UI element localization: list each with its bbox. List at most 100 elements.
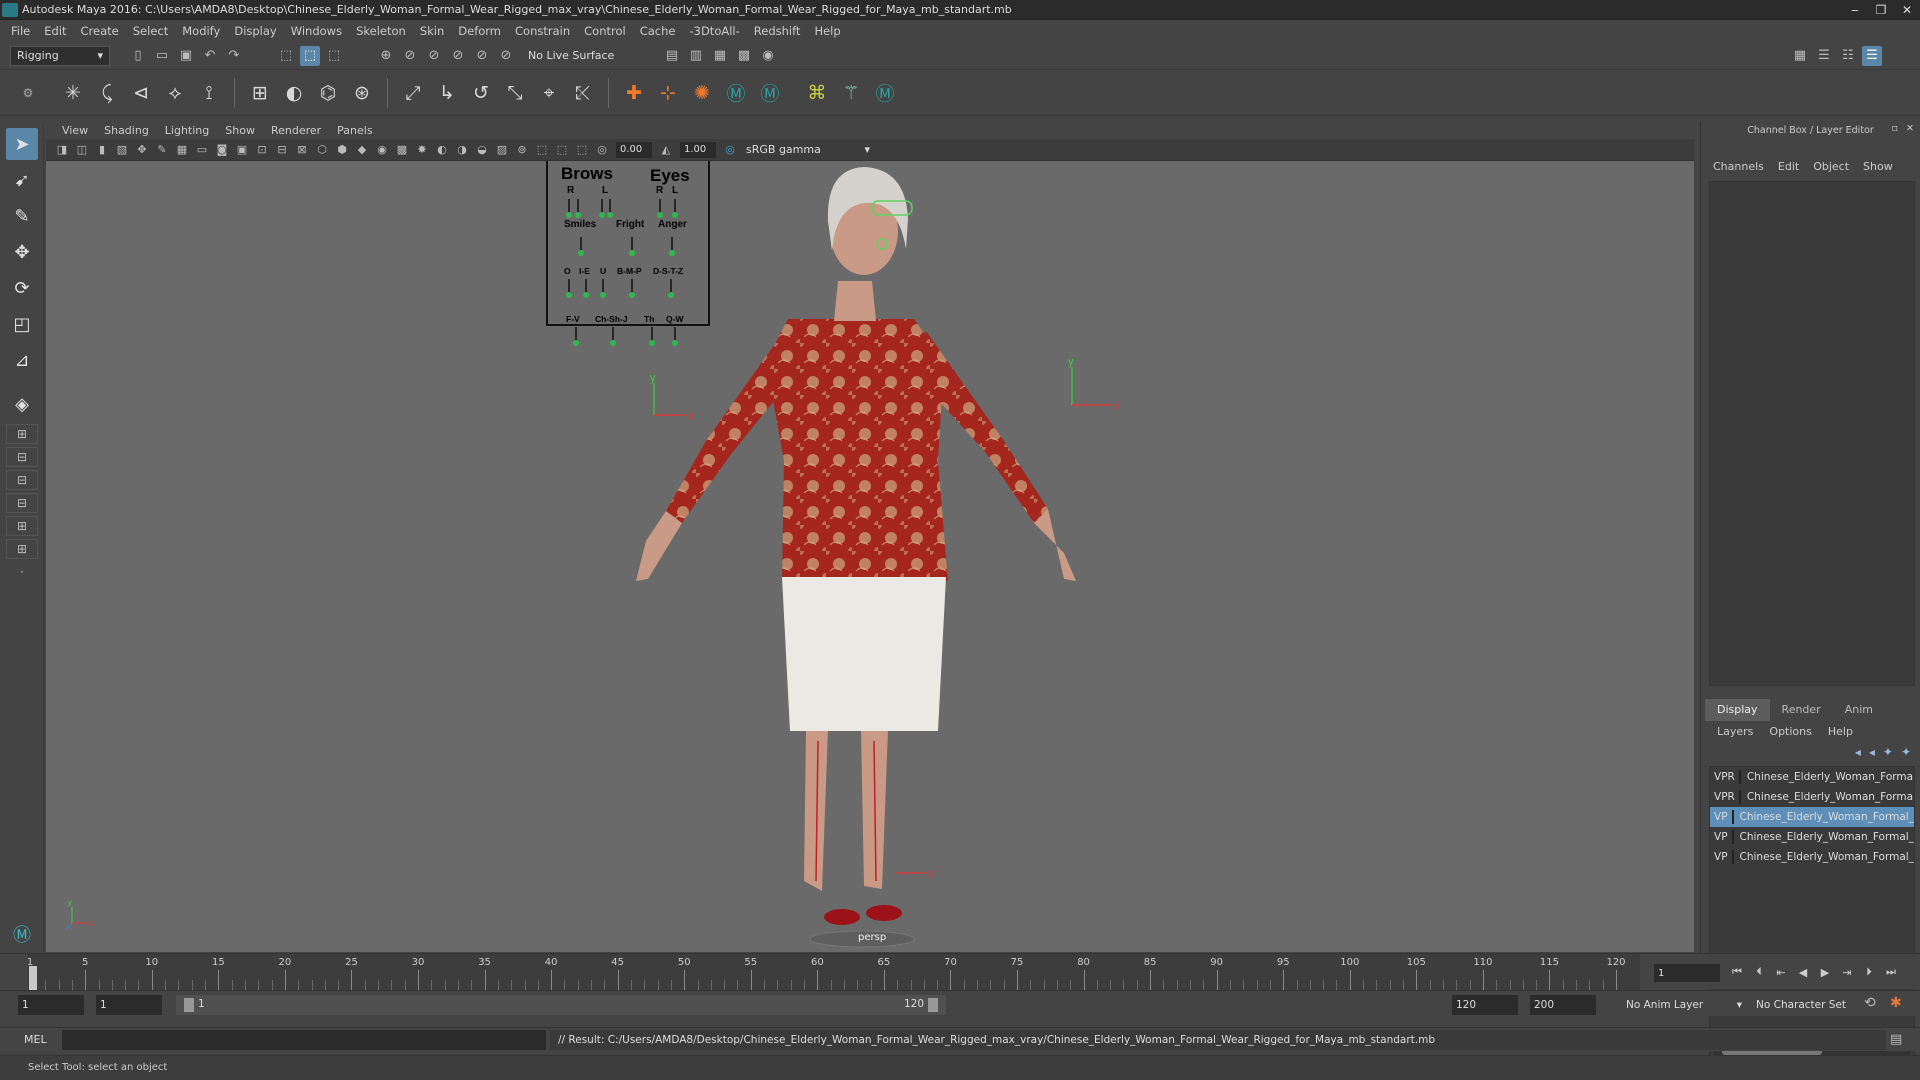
insert-joint-icon[interactable]: ⤹ <box>93 79 121 107</box>
locator-icon[interactable]: ✚ <box>620 79 648 107</box>
scale-tool-icon[interactable]: ◰ <box>6 308 38 340</box>
tab-anim[interactable]: Anim <box>1833 699 1885 721</box>
menu-control[interactable]: Control <box>577 24 633 38</box>
gamma-field[interactable]: 1.00 <box>680 141 716 158</box>
maya-m2-icon[interactable]: Ⓜ <box>756 79 784 107</box>
auto-key-icon[interactable]: ⟲ <box>1864 995 1876 1011</box>
point-constraint-icon[interactable]: ⤢ <box>399 79 427 107</box>
snap-point-icon[interactable]: ⊘ <box>424 46 444 66</box>
vp-menu-shading[interactable]: Shading <box>96 124 157 137</box>
last-tool-icon[interactable]: ⊿ <box>6 344 38 376</box>
play-forwards-icon[interactable]: ▶ <box>1814 962 1836 982</box>
menu-file[interactable]: File <box>4 24 37 38</box>
aim-constraint-icon[interactable]: ↳ <box>433 79 461 107</box>
resolution-gate-icon[interactable]: ◙ <box>214 142 230 158</box>
select-camera-icon[interactable]: ◨ <box>54 142 70 158</box>
orient-joint-icon[interactable]: ⟡ <box>161 79 189 107</box>
current-frame-field[interactable]: 1 <box>1654 964 1720 982</box>
menu-cache[interactable]: Cache <box>633 24 683 38</box>
film-gate-icon[interactable]: ▭ <box>194 142 210 158</box>
scale-constraint-icon[interactable]: ⤡ <box>501 79 529 107</box>
menu-modify[interactable]: Modify <box>175 24 227 38</box>
wireframe-on-shaded-icon[interactable]: ◆ <box>354 142 370 158</box>
layer-visibility-toggle[interactable]: V <box>1714 851 1721 863</box>
channel-box-icon[interactable]: ☰ <box>1862 45 1882 66</box>
cluster-icon[interactable]: ⊛ <box>348 79 376 107</box>
make-live-icon[interactable]: ⊘ <box>496 46 516 66</box>
xray-components-icon[interactable]: ⬚ <box>574 142 590 158</box>
create-joints-icon[interactable]: ✳ <box>59 79 87 107</box>
select-tool-icon[interactable]: ➤ <box>6 128 38 160</box>
select-hierarchy-icon[interactable]: ⬚ <box>276 46 296 66</box>
layer-playback-toggle[interactable]: P <box>1721 851 1727 863</box>
float-panel-icon[interactable]: ▫ <box>1892 123 1898 134</box>
save-scene-icon[interactable]: ▣ <box>176 46 196 66</box>
paint-select-tool-icon[interactable]: ✎ <box>6 200 38 232</box>
move-layer-down-icon[interactable]: ◂ <box>1869 745 1875 759</box>
exposure-icon[interactable]: ◎ <box>594 142 610 158</box>
live-surface-field[interactable]: No Live Surface <box>522 46 622 66</box>
tab-render[interactable]: Render <box>1770 699 1833 721</box>
cb-menu-show[interactable]: Show <box>1859 160 1903 173</box>
layer-visibility-toggle[interactable]: V <box>1714 811 1721 823</box>
safe-action-icon[interactable]: ⊟ <box>274 142 290 158</box>
layer-reference-toggle[interactable]: R <box>1728 771 1735 783</box>
open-scene-icon[interactable]: ▭ <box>152 46 172 66</box>
view-transform-dropdown[interactable]: sRGB gamma ▾ <box>740 139 876 160</box>
lasso-tool-icon[interactable]: ➹ <box>6 164 38 196</box>
menu-3dtoall[interactable]: -3DtoAll- <box>682 24 746 38</box>
le-menu-options[interactable]: Options <box>1761 725 1819 738</box>
character-set-dropdown[interactable]: No Character Set <box>1752 995 1862 1015</box>
grid-icon[interactable]: ▦ <box>174 142 190 158</box>
cb-menu-edit[interactable]: Edit <box>1774 160 1809 173</box>
layer-color-swatch[interactable] <box>1738 790 1741 804</box>
menu-redshift[interactable]: Redshift <box>747 24 808 38</box>
render-frame-icon[interactable]: ▥ <box>686 46 706 66</box>
paint-effects-icon[interactable]: ⌘ <box>803 79 831 107</box>
bind-skin-icon[interactable]: ⊞ <box>246 79 274 107</box>
menu-edit[interactable]: Edit <box>37 24 73 38</box>
outliner-persp-layout-icon[interactable]: ⊞ <box>6 539 38 559</box>
anti-aliasing-icon[interactable]: ▨ <box>494 142 510 158</box>
attribute-editor-icon[interactable]: ☰ <box>1814 46 1834 66</box>
start-time-field[interactable]: 1 <box>18 995 84 1015</box>
smooth-shade-icon[interactable]: ⬢ <box>334 142 350 158</box>
end-time-field[interactable]: 200 <box>1530 995 1596 1015</box>
maya-m3-icon[interactable]: Ⓜ <box>871 79 899 107</box>
pole-vector-icon[interactable]: ⤪ <box>569 79 597 107</box>
layer-reference-toggle[interactable]: R <box>1728 791 1735 803</box>
time-ruler[interactable]: 1 5 10 15 20 25 30 35 40 45 50 55 60 65 70 75 80 85 90 95 1… <box>27 954 1640 990</box>
layer-row[interactable]: V P Chinese_Elderly_Woman_Formal_Wear_Ri… <box>1710 807 1914 827</box>
new-layer-selected-icon[interactable]: ✦ <box>1901 745 1911 759</box>
select-object-icon[interactable]: ⬚ <box>300 45 320 66</box>
ik-handle-icon[interactable]: ⟟ <box>195 79 223 107</box>
2d-pan-icon[interactable]: ✥ <box>134 142 150 158</box>
menu-skin[interactable]: Skin <box>413 24 451 38</box>
vp-menu-panels[interactable]: Panels <box>329 124 380 137</box>
textured-icon[interactable]: ▩ <box>394 142 410 158</box>
layer-row[interactable]: V P R Chinese_Elderly_Woman_Formal_Wear_… <box>1710 787 1914 807</box>
ambient-occlusion-icon[interactable]: ◑ <box>454 142 470 158</box>
menu-deform[interactable]: Deform <box>451 24 508 38</box>
undo-icon[interactable]: ↶ <box>200 46 220 66</box>
persp-graph-layout-icon[interactable]: ⊟ <box>6 470 38 490</box>
layer-playback-toggle[interactable]: P <box>1721 811 1727 823</box>
layer-playback-toggle[interactable]: P <box>1721 831 1727 843</box>
tab-display[interactable]: Display <box>1705 699 1770 721</box>
playback-start-field[interactable]: 1 <box>96 995 162 1015</box>
mirror-joint-icon[interactable]: ⊲ <box>127 79 155 107</box>
minimize-button[interactable]: ‒ <box>1842 0 1868 20</box>
go-to-start-icon[interactable]: ⏮ <box>1726 962 1748 982</box>
layer-row[interactable]: V P Chinese_Elderly_Woman_Formal_Wear_Ri… <box>1710 847 1914 867</box>
four-view-layout-icon[interactable]: ⊞ <box>6 424 38 444</box>
rotate-tool-icon[interactable]: ⟳ <box>6 272 38 304</box>
persp-outliner-layout-icon[interactable]: ⊟ <box>6 447 38 467</box>
close-panel-icon[interactable]: ✕ <box>1906 123 1914 134</box>
snap-view-icon[interactable]: ⊘ <box>448 46 468 66</box>
shelf-menu-icon[interactable]: ⚙ <box>14 79 42 107</box>
hypershade-icon[interactable]: ◉ <box>758 46 778 66</box>
snap-curve-icon[interactable]: ⊘ <box>400 46 420 66</box>
facial-control-board[interactable]: Brows Eyes R L R L Smiles Fright Anger O… <box>546 161 710 346</box>
field-chart-icon[interactable]: ⊡ <box>254 142 270 158</box>
all-lights-icon[interactable]: ✸ <box>414 142 430 158</box>
